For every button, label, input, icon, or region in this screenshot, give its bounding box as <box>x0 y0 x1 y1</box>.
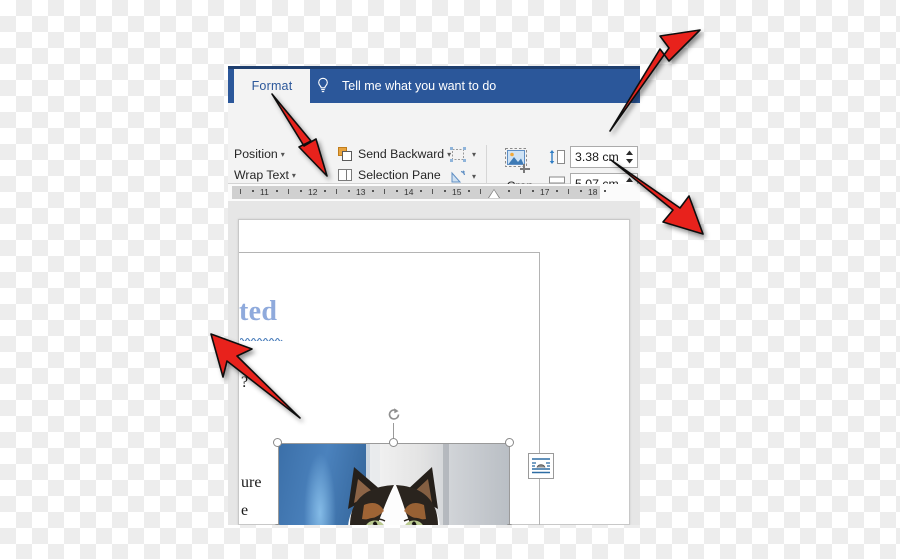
document-heading-fragment: ted <box>239 296 278 327</box>
document-body-fragment-1: ? <box>241 374 249 391</box>
ribbon-command-wrap-text[interactable]: Wrap Text ▾ <box>234 168 296 183</box>
tell-me-search[interactable]: Tell me what you want to do <box>342 69 496 103</box>
selection-edge-right <box>509 443 510 525</box>
resize-handle-top-right[interactable] <box>505 438 514 447</box>
document-page[interactable]: ted ? ure e <box>238 219 630 525</box>
rotate-handle[interactable] <box>387 407 401 421</box>
group-icon[interactable] <box>450 147 466 167</box>
ruler-tick-17: 17 <box>540 187 550 197</box>
lightbulb-icon <box>316 77 330 95</box>
layout-options-button[interactable] <box>528 453 554 479</box>
left-indent-marker-inner <box>489 190 499 198</box>
text-boundary-top <box>239 252 539 253</box>
shape-height-icon <box>548 149 566 170</box>
document-body-fragment-2: ure <box>241 474 262 491</box>
tab-format[interactable]: Format <box>234 69 310 103</box>
ruler-tick-11: 11 <box>260 187 269 197</box>
resize-handle-middle-right[interactable] <box>505 524 514 525</box>
ruler-tick-13: 13 <box>356 187 366 197</box>
cat-photo[interactable] <box>278 443 510 525</box>
send-backward-icon <box>338 147 353 167</box>
send-backward-label: Send Backward <box>358 147 445 161</box>
chevron-down-icon[interactable]: ▾ <box>472 150 476 159</box>
resize-handle-top-center[interactable] <box>389 438 398 447</box>
ruler-tick-14: 14 <box>404 187 414 197</box>
resize-handle-top-left[interactable] <box>273 438 282 447</box>
screenshot-canvas: Format Tell me what you want to do Posit… <box>0 0 900 559</box>
ruler-ticks: 11 12 13 14 15 17 18 <box>228 184 640 201</box>
spin-arrows-icon[interactable] <box>625 149 634 165</box>
selected-picture-group[interactable] <box>273 408 554 525</box>
spellcheck-underline <box>239 328 284 343</box>
wrap-text-label: Wrap Text <box>234 168 289 182</box>
ruler-tick-18: 18 <box>588 187 598 197</box>
chevron-down-icon[interactable]: ▾ <box>472 172 476 181</box>
word-window-screenshot: Format Tell me what you want to do Posit… <box>228 66 640 525</box>
chevron-down-icon[interactable]: ▾ <box>292 168 296 183</box>
ribbon-body: Position▾ Wrap Text▾ Bring Forward▾ Send… <box>228 103 640 219</box>
shape-height-value[interactable]: 3.38 cm <box>575 147 619 167</box>
document-workspace: ted ? ure e <box>228 201 640 525</box>
ribbon-command-selection-pane[interactable]: Selection Pane <box>358 168 441 183</box>
selection-pane-label: Selection Pane <box>358 168 441 182</box>
selection-edge-left <box>278 443 279 525</box>
horizontal-ruler[interactable]: 11 12 13 14 15 17 18 <box>228 184 640 201</box>
text-boundary-right <box>539 252 540 525</box>
document-body-fragment-3: e <box>241 502 249 519</box>
position-label: Position <box>234 147 278 161</box>
ruler-tick-15: 15 <box>452 187 462 197</box>
ribbon-tab-strip: Format Tell me what you want to do <box>228 66 640 103</box>
ribbon-command-send-backward[interactable]: Send Backward ▾ <box>358 147 451 162</box>
shape-height-field[interactable]: 3.38 cm <box>570 146 638 168</box>
ruler-tick-12: 12 <box>308 187 318 197</box>
ribbon-command-position[interactable]: Position ▾ <box>234 147 285 162</box>
chevron-down-icon[interactable]: ▾ <box>281 147 285 162</box>
